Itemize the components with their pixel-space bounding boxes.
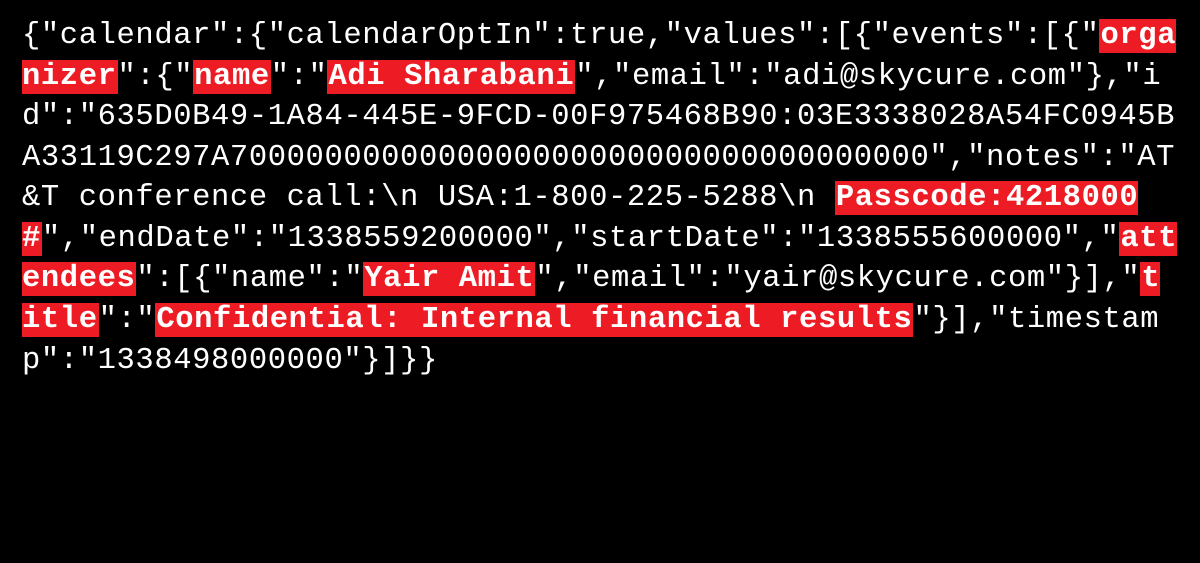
json-dump-view: {"calendar":{"calendarOptIn":true,"value… [0, 0, 1200, 563]
json-text: {"calendar":{"calendarOptIn":true,"value… [22, 19, 1177, 378]
highlighted-segment: Yair Amit [363, 262, 535, 296]
highlighted-segment: name [193, 60, 271, 94]
plain-segment: ","email":"yair@skycure.com"}]," [535, 262, 1140, 296]
plain-segment: ":[{"name":" [136, 262, 363, 296]
plain-segment: ":" [99, 303, 156, 337]
plain-segment: {"calendar":{"calendarOptIn":true,"value… [22, 19, 1099, 53]
plain-segment: ":" [271, 60, 328, 94]
plain-segment: ":{" [118, 60, 194, 94]
plain-segment: ","endDate":"1338559200000","startDate":… [42, 222, 1119, 256]
highlighted-segment: Confidential: Internal financial results [155, 303, 913, 337]
highlighted-segment: Adi Sharabani [327, 60, 575, 94]
